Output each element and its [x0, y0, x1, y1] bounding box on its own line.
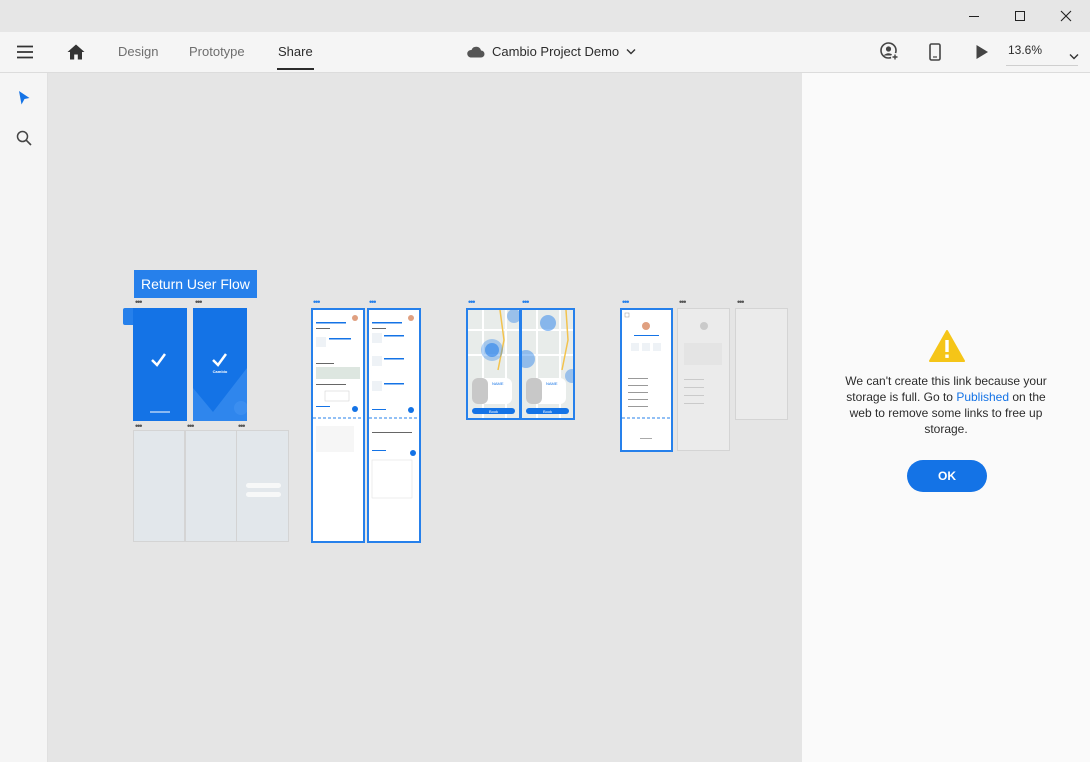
mobile-device-icon [929, 43, 941, 61]
chevron-down-icon [626, 49, 636, 55]
splash-brand-text: Cambio [212, 369, 228, 374]
artboard[interactable]: NAME Book [520, 308, 575, 420]
share-panel: We can't create this link because your s… [802, 73, 1090, 762]
play-preview-button[interactable] [975, 44, 989, 65]
artboard-menu-icon[interactable]: ••• [468, 298, 476, 307]
artboard[interactable]: NAME Book [466, 308, 521, 420]
play-icon [976, 45, 988, 59]
tab-prototype[interactable]: Prototype [189, 44, 245, 59]
published-link[interactable]: Published [956, 390, 1009, 404]
title-bar [0, 0, 1090, 32]
select-tool[interactable] [17, 90, 31, 111]
brand-splash-graphic [193, 353, 247, 421]
artboard-menu-icon[interactable]: ••• [187, 422, 195, 431]
artboard[interactable]: Cambio [193, 308, 247, 421]
invite-user-button[interactable] [880, 42, 900, 67]
artboard[interactable] [236, 430, 289, 542]
artboard-menu-icon[interactable]: ••• [679, 298, 687, 307]
profile-screen-graphic [622, 312, 671, 439]
cloud-icon [467, 46, 485, 57]
minimize-icon [969, 16, 979, 17]
user-add-icon [880, 42, 899, 61]
hamburger-menu-button[interactable] [16, 44, 34, 65]
artboard[interactable] [367, 308, 421, 543]
document-title: Cambio Project Demo [492, 44, 620, 59]
pointer-arrow-icon [19, 91, 30, 105]
close-button[interactable] [1043, 0, 1089, 32]
zoom-level[interactable]: 13.6% [1008, 43, 1042, 57]
artboard[interactable] [311, 308, 365, 543]
artboard[interactable] [735, 308, 788, 420]
artboard-menu-icon[interactable]: ••• [195, 298, 203, 307]
profile-screen-graphic [684, 322, 722, 404]
map-card-name: NAME [546, 381, 558, 386]
hamburger-icon [17, 45, 33, 59]
map-book-button-label: Book [488, 409, 499, 414]
feed-screen-graphic [313, 315, 363, 452]
left-toolbar [0, 73, 48, 762]
artboard[interactable] [620, 308, 673, 452]
app-bar: Design Prototype Share Cambio Project De… [0, 32, 1090, 73]
feed-screen-graphic [369, 315, 419, 499]
search-icon [16, 130, 32, 146]
map-screen-graphic [468, 310, 519, 418]
zoom-dropdown-button[interactable] [1069, 47, 1079, 65]
checkmark-splash-graphic [150, 353, 170, 413]
artboard-menu-icon[interactable]: ••• [737, 298, 745, 307]
design-canvas[interactable]: Return User Flow ••• ••• Cambio ••• ••• … [48, 73, 802, 762]
artboard[interactable] [677, 308, 730, 451]
artboard-menu-icon[interactable]: ••• [522, 298, 530, 307]
artboard[interactable] [185, 430, 237, 542]
minimize-button[interactable] [951, 0, 997, 32]
artboard-menu-icon[interactable]: ••• [238, 422, 246, 431]
chevron-down-icon [1069, 54, 1079, 60]
artboard-menu-icon[interactable]: ••• [135, 298, 143, 307]
tab-share[interactable]: Share [277, 44, 314, 70]
close-icon [1060, 10, 1072, 22]
artboard-menu-icon[interactable]: ••• [369, 298, 377, 307]
map-screen-graphic [522, 310, 573, 418]
ok-button[interactable]: OK [907, 460, 987, 492]
device-preview-button[interactable] [929, 43, 941, 66]
map-book-button-label: Book [542, 409, 553, 414]
warning-icon [929, 329, 965, 368]
maximize-icon [1015, 11, 1025, 21]
artboard[interactable] [133, 308, 187, 421]
flow-label[interactable]: Return User Flow [134, 270, 257, 298]
map-card-name: NAME [492, 381, 504, 386]
zoom-tool[interactable] [16, 130, 32, 151]
artboard-menu-icon[interactable]: ••• [135, 422, 143, 431]
home-icon [67, 44, 85, 60]
zoom-underline [1006, 65, 1078, 66]
maximize-button[interactable] [997, 0, 1043, 32]
login-form-graphic [246, 483, 281, 497]
storage-full-message: We can't create this link because your s… [838, 373, 1054, 437]
home-button[interactable] [66, 43, 86, 66]
tab-design[interactable]: Design [118, 44, 158, 59]
artboard-menu-icon[interactable]: ••• [313, 298, 321, 307]
artboard[interactable] [133, 430, 185, 542]
artboard-menu-icon[interactable]: ••• [622, 298, 630, 307]
document-title-dropdown[interactable]: Cambio Project Demo [466, 44, 636, 59]
